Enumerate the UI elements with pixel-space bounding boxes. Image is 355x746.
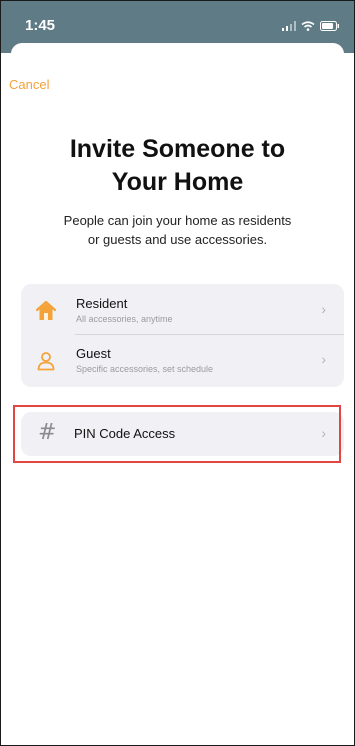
guest-option-label: Guest — [76, 346, 111, 361]
status-time: 1:45 — [25, 17, 56, 34]
page-subtitle-line-2: or guests and use accessories. — [87, 232, 268, 247]
option-divider — [75, 334, 344, 335]
page-subtitle-line-1: People can join your home as residents — [63, 213, 292, 228]
guest-option-description: Specific accessories, set schedule — [76, 364, 214, 374]
highlight-box — [13, 405, 341, 463]
battery-icon — [320, 18, 340, 36]
person-icon — [35, 350, 57, 372]
sheet-top-edge — [11, 43, 344, 73]
wifi-icon — [301, 18, 315, 36]
page-subtitle: People can join your home as residents o… — [1, 211, 354, 249]
chevron-right-icon: › — [321, 351, 326, 367]
cancel-button[interactable]: Cancel — [9, 77, 49, 92]
page-title-line-1: Invite Someone to — [69, 135, 286, 163]
resident-option[interactable]: Resident All accessories, anytime › — [21, 286, 344, 335]
phone-screen: 1:45 Cancel Invite Someone to Your Home … — [0, 0, 355, 746]
resident-option-label: Resident — [76, 296, 128, 311]
house-icon — [35, 300, 57, 322]
chevron-right-icon: › — [321, 301, 326, 317]
page-title-line-2: Your Home — [111, 168, 244, 196]
page-title: Invite Someone to Your Home — [1, 133, 354, 199]
status-icons — [282, 18, 340, 36]
guest-option[interactable]: Guest Specific accessories, set schedule… — [21, 336, 344, 385]
invite-type-group: Resident All accessories, anytime › Gues… — [21, 284, 344, 387]
resident-option-description: All accessories, anytime — [76, 314, 173, 324]
signal-icon — [282, 18, 296, 36]
